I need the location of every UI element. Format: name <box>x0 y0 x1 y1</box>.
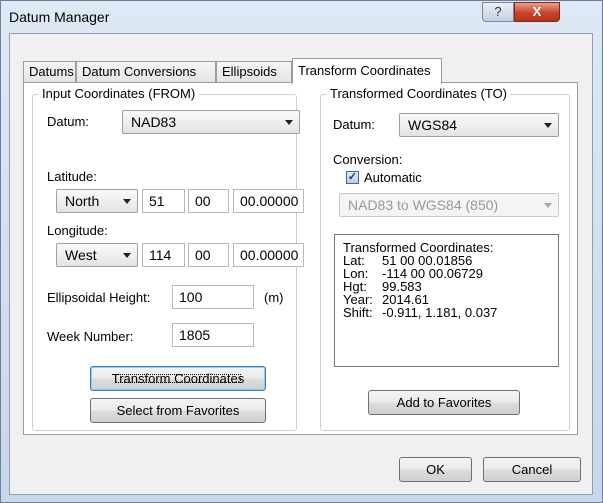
latitude-label: Latitude: <box>47 169 97 184</box>
transform-coordinates-button[interactable]: Transform Coordinates <box>90 366 266 391</box>
tab-datum-conversions[interactable]: Datum Conversions <box>76 61 216 83</box>
ellipsoidal-height-label: Ellipsoidal Height: <box>47 290 151 305</box>
ok-button[interactable]: OK <box>399 457 472 482</box>
output-datum-value: WGS84 <box>408 117 458 133</box>
output-datum-label: Datum: <box>333 117 375 132</box>
input-group-label: Input Coordinates (FROM) <box>39 86 199 102</box>
longitude-hemisphere-value: West <box>65 247 97 263</box>
chevron-down-icon <box>544 123 552 128</box>
input-datum-select[interactable]: NAD83 <box>122 110 300 134</box>
tab-datums[interactable]: Datums <box>23 61 76 83</box>
result-value: -0.911, 1.181, 0.037 <box>382 305 498 320</box>
conversion-select[interactable]: NAD83 to WGS84 (850) <box>339 193 559 217</box>
latitude-degrees-field[interactable]: 51 <box>142 189 185 213</box>
help-button[interactable]: ? <box>482 2 514 22</box>
output-group-label: Transformed Coordinates (TO) <box>327 86 511 102</box>
add-to-favorites-button[interactable]: Add to Favorites <box>368 390 520 415</box>
chevron-down-icon <box>285 120 293 125</box>
automatic-checkbox[interactable]: ✓ <box>346 171 359 184</box>
longitude-minutes-field[interactable]: 00 <box>188 243 229 267</box>
conversion-value: NAD83 to WGS84 (850) <box>348 197 499 213</box>
chevron-down-icon <box>123 253 131 258</box>
ellipsoidal-height-field[interactable]: 100 <box>172 285 254 309</box>
longitude-label: Longitude: <box>47 223 108 238</box>
transform-coordinates-label: Transform Coordinates <box>111 371 245 386</box>
result-row-lon: Lon: -114 00 00.06729 <box>343 267 550 280</box>
result-row-hgt: Hgt: 99.583 <box>343 280 550 293</box>
tab-transform-coordinates[interactable]: Transform Coordinates <box>292 58 442 84</box>
close-icon: X <box>532 4 542 19</box>
tab-panel-transform-coordinates: Input Coordinates (FROM) Datum: NAD83 La… <box>23 82 578 435</box>
checkmark-icon: ✓ <box>347 171 358 183</box>
chevron-down-icon <box>123 199 131 204</box>
input-datum-label: Datum: <box>47 114 89 129</box>
week-number-field[interactable]: 1805 <box>172 323 254 347</box>
cancel-button[interactable]: Cancel <box>483 457 581 482</box>
latitude-minutes-field[interactable]: 00 <box>188 189 229 213</box>
longitude-hemisphere-select[interactable]: West <box>56 243 138 267</box>
result-row-shift: Shift: -0.911, 1.181, 0.037 <box>343 306 550 319</box>
help-icon: ? <box>494 4 502 19</box>
title-bar[interactable]: Datum Manager ? X <box>1 1 602 33</box>
select-from-favorites-button[interactable]: Select from Favorites <box>90 398 266 423</box>
longitude-degrees-field[interactable]: 114 <box>142 243 185 267</box>
transformed-coordinates-result: Transformed Coordinates: Lat: 51 00 00.01… <box>334 234 559 367</box>
latitude-hemisphere-value: North <box>65 193 100 209</box>
result-key: Shift: <box>343 305 373 320</box>
output-datum-select[interactable]: WGS84 <box>399 113 559 137</box>
close-window-button[interactable]: X <box>514 2 560 22</box>
longitude-seconds-field[interactable]: 00.00000 <box>233 243 304 267</box>
week-number-label: Week Number: <box>47 329 134 344</box>
window-title: Datum Manager <box>9 9 110 25</box>
chevron-down-icon <box>544 203 552 208</box>
latitude-seconds-field[interactable]: 00.00000 <box>233 189 304 213</box>
tab-ellipsoids[interactable]: Ellipsoids <box>216 61 292 83</box>
latitude-hemisphere-select[interactable]: North <box>56 189 138 213</box>
height-unit-label: (m) <box>264 290 284 305</box>
input-datum-value: NAD83 <box>131 114 177 130</box>
automatic-label: Automatic <box>364 170 422 185</box>
conversion-label: Conversion: <box>333 152 403 167</box>
